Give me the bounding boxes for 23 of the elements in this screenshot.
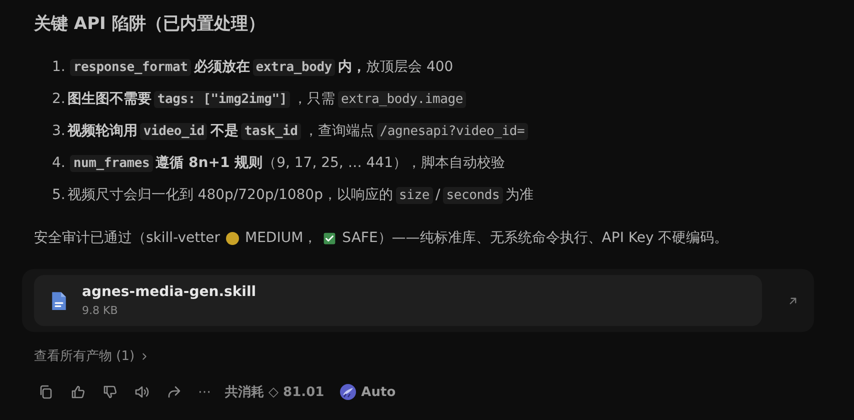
list-item: 1. response_format 必须放在 extra_body 内，放顶层会 400 xyxy=(52,58,454,78)
section-heading: 关键 API 陷阱（已内置处理） xyxy=(34,13,266,35)
audit-text: 安全审计已通过（skill-vetter xyxy=(34,229,220,247)
thumbs-up-icon[interactable] xyxy=(70,384,86,400)
list-item: 4. num_frames 遵循 8n+1 规则（9, 17, 25, … 441），脚本自动校验 xyxy=(52,154,506,174)
more-button[interactable]: ⋯ xyxy=(198,384,211,400)
view-all-link[interactable]: 查看所有产物 (1) xyxy=(34,347,150,365)
list-item: 2.图生图不需要 tags: ["img2img"] ，只需 extra_body.image xyxy=(52,88,834,111)
file-name: agnes-media-gen.skill xyxy=(82,284,256,300)
list-item: 5.视频尺寸会归一化到 480p/720p/1080p，以响应的 size / seconds 为准 xyxy=(52,186,535,206)
file-size: 9.8 KB xyxy=(82,304,119,317)
check-icon xyxy=(323,232,336,244)
audit-text: MEDIUM， xyxy=(245,229,318,247)
model-label[interactable]: Auto xyxy=(361,384,396,400)
audit-text: SAFE）——纯标准库、无系统命令执行、API Key 不硬编码。 xyxy=(342,229,728,247)
speaker-icon[interactable] xyxy=(134,384,150,400)
list-item: 3.视频轮询用 video_id 不是 task_id ，查询端点 /agnesapi?video_id= xyxy=(52,120,834,143)
thumbs-down-icon[interactable] xyxy=(102,384,118,400)
file-card[interactable]: agnes-media-gen.skill 9.8 KB xyxy=(34,275,762,326)
share-icon[interactable] xyxy=(166,384,182,400)
cost-label: 共消耗 ◇ 81.01 xyxy=(225,384,324,401)
model-avatar-icon xyxy=(340,384,356,400)
copy-icon[interactable] xyxy=(38,384,54,400)
